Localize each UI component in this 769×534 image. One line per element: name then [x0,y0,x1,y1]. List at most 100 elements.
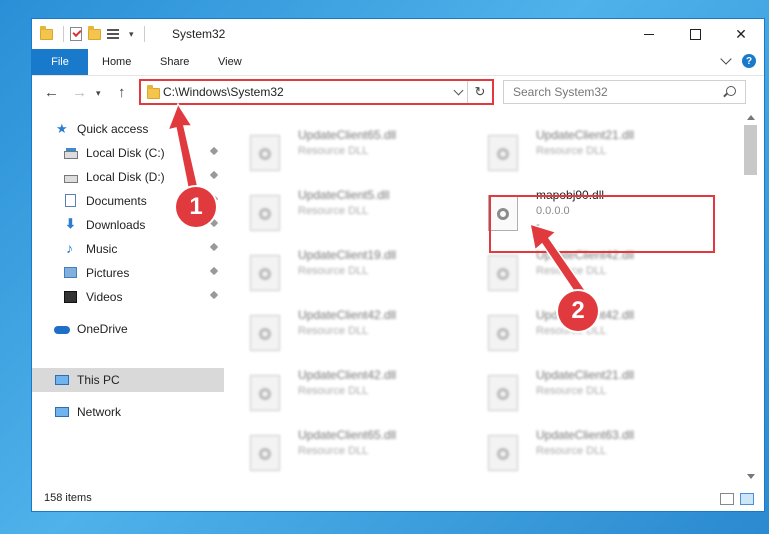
dll-file-icon [488,255,518,291]
pin-icon[interactable] [209,290,219,300]
tab-file[interactable]: File [32,49,88,75]
dll-file-icon [250,315,280,351]
dll-file-icon [250,135,280,171]
dll-file-icon [250,195,280,231]
navigation-bar: ← → ▾ ↑ C:\Windows\System32 ↻ Search Sys… [32,76,764,110]
sidebar-item-label: Pictures [86,266,130,280]
item-count: 158 items [44,492,92,504]
scroll-thumb[interactable] [744,125,757,175]
divider [63,26,64,42]
title-bar: ▾ System32 ✕ [32,19,764,49]
file-item[interactable]: UpdateClient65.dll Resource DLL [228,425,458,477]
tab-share[interactable]: Share [160,49,189,75]
ribbon-tabs: File Home Share View ? [32,49,764,76]
sidebar-item-network[interactable]: Network [32,400,224,424]
file-name: UpdateClient19.dll [298,248,397,262]
details-view-icon[interactable] [720,493,734,505]
address-dropdown-chevron-icon[interactable] [453,85,464,96]
file-name: UpdateClient5.dll [298,188,390,202]
scroll-up-arrow-icon[interactable] [747,115,755,120]
sidebar-item-label: Network [77,405,122,419]
sidebar-item-pictures[interactable]: Pictures [32,261,224,285]
file-name: UpdateClient65.dll [298,428,397,442]
properties-check-icon[interactable] [70,27,82,41]
file-item[interactable]: UpdateClient21.dll Resource DLL [466,365,696,417]
cloud-icon [54,326,70,334]
file-name: UpdateClient42.dll [298,368,397,382]
window-title: System32 [172,27,226,41]
pictures-icon [64,267,77,278]
file-item[interactable]: UpdateClient19.dll Resource DLL [228,245,458,297]
minimize-button[interactable] [626,19,672,49]
sidebar-item-music[interactable]: ♪ Music [32,237,224,261]
sidebar-item-label: Videos [86,290,123,304]
file-description: Resource DLL [298,205,369,217]
dll-file-icon [488,315,518,351]
quick-access-toolbar: ▾ [40,25,145,42]
file-list: UpdateClient65.dll Resource DLL UpdateCl… [228,111,742,483]
forward-button[interactable]: → [72,84,87,101]
minimize-icon [644,33,654,35]
tab-view[interactable]: View [218,49,242,75]
search-placeholder: Search System32 [513,85,608,99]
tab-home[interactable]: Home [102,49,131,75]
new-folder-icon[interactable] [88,25,101,40]
recent-locations-chevron-icon[interactable]: ▾ [96,88,101,99]
search-input[interactable]: Search System32 [503,80,746,104]
help-icon[interactable]: ? [742,54,756,68]
pin-icon[interactable] [209,242,219,252]
folder-icon [147,85,160,99]
sidebar-item-this-pc[interactable]: This PC [32,368,224,392]
pin-icon[interactable] [209,266,219,276]
sidebar-item-label: Downloads [86,218,146,232]
close-button[interactable]: ✕ [718,19,764,49]
file-name: UpdateClient63.dll [536,428,635,442]
window-controls: ✕ [626,19,764,49]
divider [143,26,145,42]
customize-qat-icon[interactable] [107,28,123,41]
download-icon: ⬇ [65,216,76,231]
expand-ribbon-chevron-icon[interactable] [720,53,732,65]
sidebar-item-onedrive[interactable]: OneDrive [32,317,224,341]
star-icon: ★ [56,121,68,136]
dll-file-icon [250,435,280,471]
explorer-window: ▾ System32 ✕ File Home Share View ? ← → … [31,18,765,512]
dll-file-icon [250,255,280,291]
sidebar-item-label: Documents [86,194,147,208]
file-item[interactable]: UpdateClient42.dll Resource DLL [228,365,458,417]
back-button[interactable]: ← [44,84,59,101]
refresh-button[interactable]: ↻ [467,81,492,103]
up-button[interactable]: ↑ [118,84,126,101]
file-item[interactable]: UpdateClient63.dll Resource DLL [466,425,696,477]
vertical-scrollbar[interactable] [742,111,759,483]
music-icon: ♪ [66,240,73,256]
dll-file-icon [250,375,280,411]
file-item[interactable]: UpdateClient65.dll Resource DLL [228,125,458,177]
search-icon[interactable] [726,86,736,96]
scroll-down-arrow-icon[interactable] [747,474,755,479]
maximize-button[interactable] [672,19,718,49]
file-description: Resource DLL [536,145,607,157]
file-description: Resource DLL [298,265,369,277]
file-description: Resource DLL [536,445,607,457]
file-name: UpdateClient21.dll [536,128,635,142]
file-item[interactable]: UpdateClient5.dll Resource DLL [228,185,458,237]
view-switcher [720,493,754,505]
disk-icon [64,175,78,183]
network-icon [55,407,69,417]
file-item[interactable]: UpdateClient21.dll Resource DLL [466,125,696,177]
close-icon: ✕ [735,25,747,42]
dll-file-icon [488,135,518,171]
file-description: Resource DLL [298,325,369,337]
documents-icon [65,194,76,207]
sidebar-item-label: This PC [77,373,120,387]
file-name: UpdateClient65.dll [298,128,397,142]
sidebar-item-label: Music [86,242,118,256]
file-item[interactable]: UpdateClient42.dll Resource DLL [228,305,458,357]
qat-dropdown-icon[interactable]: ▾ [129,29,134,40]
maximize-icon [689,28,701,40]
dll-file-icon [488,435,518,471]
large-icons-view-icon[interactable] [740,493,754,505]
sidebar-item-videos[interactable]: Videos [32,285,224,309]
file-description: Resource DLL [536,385,607,397]
